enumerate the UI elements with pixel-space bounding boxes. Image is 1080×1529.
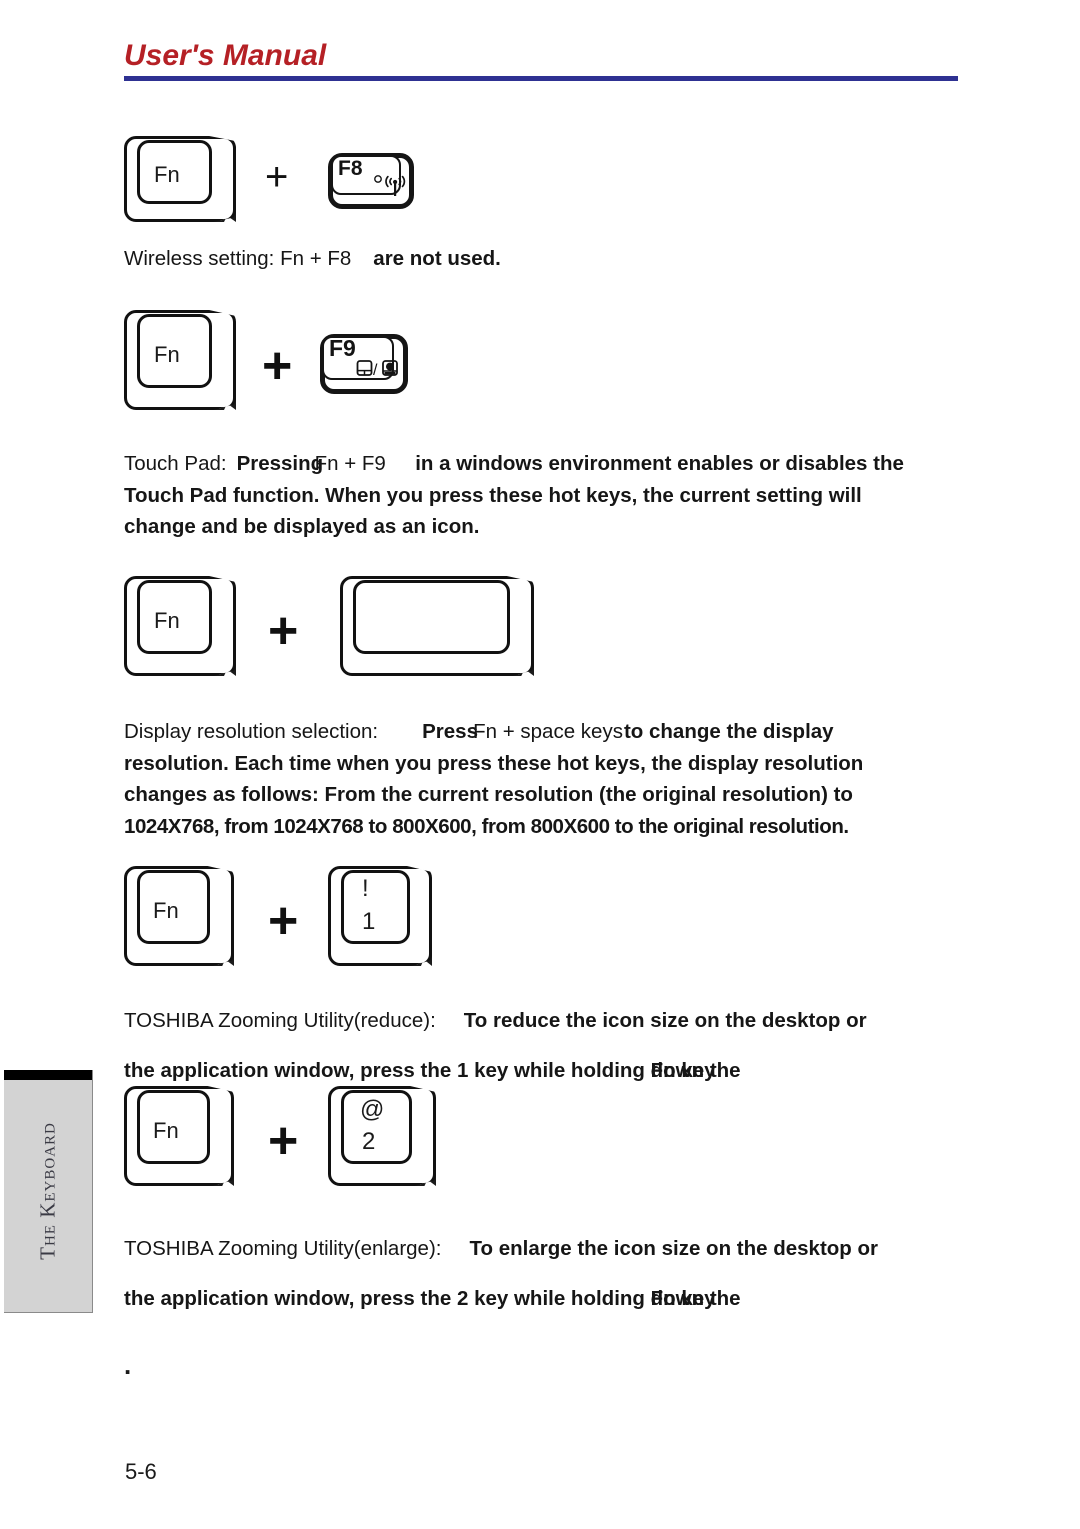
key-2: @ 2 [328, 1086, 436, 1186]
zoom-enlarge-bold-text: To enlarge the icon size on the desktop … [469, 1237, 879, 1260]
keycap-face [341, 870, 410, 944]
plus-sign: + [268, 892, 299, 950]
touchpad-overlap-run: PressingPressingFn + F9 [236, 448, 386, 480]
chapter-side-tab: The Keyboard [4, 1070, 93, 1313]
zoom-reduce-overlap-run: down thedown theFn key [651, 1046, 741, 1096]
paragraph-wireless: Wireless setting: Fn + F8 are not used. [124, 243, 1044, 275]
key-fn-label: Fn [153, 898, 179, 923]
key-fn: Fn [124, 136, 236, 222]
touchpad-line-2: Touch Pad function. When you press these… [124, 483, 862, 507]
zoom-enlarge-line-2a: the application window, press the 2 key … [124, 1287, 651, 1310]
touchpad-reg-fnf9: Fn + F9 [314, 452, 386, 475]
plus-sign: + [265, 155, 289, 199]
zoom-enlarge-overlap-run: down thedown theFn key [651, 1274, 741, 1324]
key-f8-label: F8 [338, 157, 363, 180]
key-fn-label: Fn [154, 608, 180, 633]
key-f8: F8 [328, 153, 414, 209]
key-1: ! 1 [328, 866, 432, 966]
key-f9-label: F9 [329, 335, 356, 361]
resolution-line-3: changes as follows: From the current res… [124, 783, 853, 806]
key-f9: F9 / [320, 334, 408, 394]
key-fn-label: Fn [153, 1118, 179, 1143]
page-number: 5-6 [125, 1459, 157, 1484]
key-fn: Fn [124, 310, 236, 410]
wireless-antenna-icon [385, 175, 406, 196]
key-2-bottom-label: 2 [362, 1128, 376, 1155]
header-divider [124, 76, 958, 81]
stray-period-mark: . [124, 1350, 132, 1380]
zoom-reduce-lead-text: TOSHIBA Zooming Utility(reduce): [124, 1009, 436, 1032]
touchpad-line-3: change and be displayed as an icon. [124, 515, 480, 538]
key-fn: Fn [124, 576, 236, 676]
wireless-lead-text: Wireless setting: Fn + F8 [124, 247, 352, 270]
wireless-bold-text: are not used. [373, 247, 501, 270]
paragraph-zoom-reduce: TOSHIBA Zooming Utility(reduce): To reduc… [124, 996, 1044, 1096]
resolution-bold-press: Press [422, 720, 478, 743]
resolution-bold-tail: to change the display [623, 720, 834, 743]
key-fn: Fn [124, 866, 234, 966]
resolution-lead-text: Display resolution selection: [124, 720, 379, 743]
key-2-top-label: @ [360, 1096, 385, 1123]
paragraph-zoom-enlarge: TOSHIBA Zooming Utility(enlarge): To enla… [124, 1224, 1044, 1324]
touchpad-mouse-icon: / [356, 360, 398, 379]
keycap-face [353, 580, 510, 654]
resolution-line-2: resolution. Each time when you press the… [124, 751, 864, 775]
side-tab-label: The Keyboard [35, 1122, 60, 1260]
side-tab-top-bar [4, 1070, 92, 1080]
touchpad-bold-tail: in a windows environment enables or disa… [415, 452, 904, 475]
zoom-reduce-line-2a: the application window, press the 1 key … [124, 1059, 651, 1082]
zoom-enlarge-lead-text: TOSHIBA Zooming Utility(enlarge): [124, 1237, 442, 1260]
key-space [340, 576, 534, 676]
resolution-line-4: 1024X768, from 1024X768 to 800X600, from… [124, 814, 849, 838]
page-title: User's Manual [124, 39, 327, 72]
key-fn-label: Fn [154, 162, 180, 187]
zoom-enlarge-fn-key: Fn key [650, 1287, 716, 1310]
touchpad-lead-text: Touch Pad: [124, 452, 227, 475]
plus-sign: + [268, 602, 299, 660]
key-1-top-label: ! [362, 875, 369, 902]
zoom-reduce-bold-text: To reduce the icon size on the desktop o… [463, 1009, 867, 1032]
paragraph-resolution: Display resolution selection: PressPressF… [124, 716, 1044, 842]
paragraph-touchpad: Touch Pad: PressingPressingFn + F9 in a wi… [124, 448, 1044, 543]
svg-text:/: / [373, 362, 378, 379]
key-fn: Fn [124, 1086, 234, 1186]
zoom-reduce-fn-key: Fn key [650, 1059, 716, 1082]
touchpad-bold-pressing: Pressing [236, 452, 324, 475]
key-fn-label: Fn [154, 342, 180, 367]
key-1-bottom-label: 1 [362, 908, 376, 935]
plus-sign: + [268, 1112, 299, 1170]
resolution-overlap-run: PressPressFn + space keys [422, 716, 623, 748]
plus-sign: + [262, 337, 293, 395]
resolution-reg-fnspace: Fn + space keys [473, 720, 623, 743]
